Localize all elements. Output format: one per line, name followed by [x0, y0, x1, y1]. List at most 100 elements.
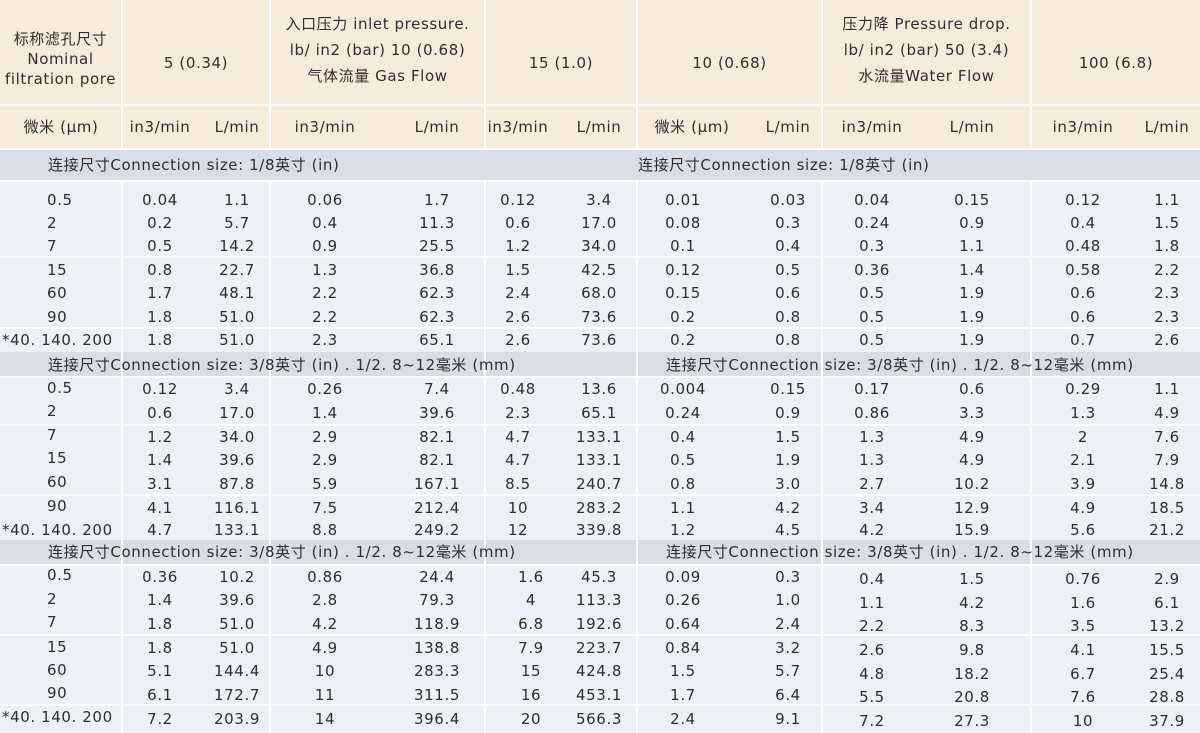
- value: 4.9: [1154, 404, 1180, 422]
- value: 14.2: [219, 237, 255, 255]
- header-line: 入口压力 inlet pressure.: [285, 15, 470, 33]
- value: 0.6: [959, 380, 985, 398]
- value: 15.9: [954, 521, 990, 539]
- value: 12: [507, 521, 529, 539]
- value: 62.3: [419, 308, 455, 326]
- value: 14.8: [1149, 475, 1185, 493]
- value: 4.9: [959, 451, 985, 469]
- value: 2.3: [312, 331, 338, 349]
- pore-size: 0.5: [47, 379, 73, 397]
- value: 0.3: [775, 214, 801, 232]
- value: 1.8: [147, 639, 173, 657]
- value: 10.2: [219, 568, 255, 586]
- header-inlet-pressure: 入口压力 inlet pressure. lb/ in2 (bar) 10 (0…: [271, 11, 484, 89]
- value: 7.9: [518, 639, 544, 657]
- unit-micron: 微米 (μm): [654, 118, 730, 136]
- value: 0.26: [307, 380, 343, 398]
- header-col-10: 10 (0.68): [638, 52, 821, 74]
- value: 9.1: [775, 710, 801, 728]
- pore-size: 60: [47, 473, 68, 491]
- row-divider: [0, 104, 1200, 106]
- value: 0.26: [665, 591, 701, 609]
- pore-size: 90: [47, 497, 68, 515]
- value: 2.8: [312, 591, 338, 609]
- value: 1.8: [147, 308, 173, 326]
- header-divider: [484, 0, 486, 148]
- value: 1.1: [1154, 380, 1180, 398]
- value: 9.8: [959, 641, 985, 659]
- value: 3.9: [1070, 475, 1096, 493]
- value: 7.2: [859, 712, 885, 730]
- value: 424.8: [576, 662, 622, 680]
- row-divider: [0, 564, 1200, 566]
- value: 0.04: [854, 191, 890, 209]
- pore-size: 15: [47, 449, 68, 467]
- value: 12.9: [954, 499, 990, 517]
- value: 1.4: [959, 261, 985, 279]
- pore-size: *40. 140. 200: [2, 331, 113, 349]
- value: 48.1: [219, 284, 255, 302]
- value: 2.1: [1070, 451, 1096, 469]
- header-divider: [121, 0, 123, 148]
- value: 82.1: [419, 451, 455, 469]
- value: 0.6: [147, 404, 173, 422]
- value: 7.5: [312, 499, 338, 517]
- value: 11: [314, 686, 336, 704]
- value: 0.86: [854, 404, 890, 422]
- value: 17.0: [581, 214, 617, 232]
- value: 0.5: [859, 284, 885, 302]
- value: 0.5: [859, 331, 885, 349]
- value: 0.1: [670, 237, 696, 255]
- value: 0.9: [959, 214, 985, 232]
- value: 2.6: [505, 331, 531, 349]
- value: 3.0: [775, 475, 801, 493]
- value: 3.2: [775, 639, 801, 657]
- value: 3.3: [959, 404, 985, 422]
- value: 0.48: [500, 380, 536, 398]
- value: 1.9: [959, 284, 985, 302]
- pore-size: 7: [47, 237, 58, 255]
- value: 7.6: [1070, 688, 1096, 706]
- header-line: lb/ in2 (bar) 10 (0.68): [289, 41, 466, 59]
- value: 0.17: [854, 380, 890, 398]
- value: 2.6: [505, 308, 531, 326]
- value: 1.0: [775, 591, 801, 609]
- value: 13.2: [1149, 617, 1185, 635]
- value: 1.5: [775, 428, 801, 446]
- value: 7.9: [1154, 451, 1180, 469]
- value: 2.6: [1154, 331, 1180, 349]
- value: 0.5: [147, 237, 173, 255]
- value: 249.2: [414, 521, 460, 539]
- body-divider: [269, 182, 271, 733]
- section-title: 连接尺寸Connection size: 1/8英寸 (in): [48, 156, 340, 174]
- value: 0.9: [775, 404, 801, 422]
- value: 5.9: [312, 475, 338, 493]
- value: 4.2: [959, 594, 985, 612]
- pore-size: *40. 140. 200: [2, 708, 113, 726]
- value: 0.01: [665, 191, 701, 209]
- value: 0.06: [307, 191, 343, 209]
- value: 7.6: [1154, 428, 1180, 446]
- value: 0.6: [1070, 284, 1096, 302]
- unit-in3-min: in3/min: [487, 118, 549, 136]
- value: 0.5: [775, 261, 801, 279]
- value: 1.4: [312, 404, 338, 422]
- value: 6.1: [1154, 594, 1180, 612]
- value: 0.15: [954, 191, 990, 209]
- value: 25.4: [1149, 665, 1185, 683]
- value: 283.3: [414, 662, 460, 680]
- value: 396.4: [414, 710, 460, 728]
- value: 1.9: [959, 308, 985, 326]
- value: 39.6: [419, 404, 455, 422]
- value: 1.5: [959, 570, 985, 588]
- value: 311.5: [414, 686, 460, 704]
- value: 68.0: [581, 284, 617, 302]
- value: 10: [507, 499, 529, 517]
- value: 1.1: [224, 191, 250, 209]
- unit-in3-min: in3/min: [129, 118, 191, 136]
- unit-l-min: L/min: [414, 118, 460, 136]
- value: 0.8: [670, 475, 696, 493]
- value: 11.3: [419, 214, 455, 232]
- value: 1.8: [147, 331, 173, 349]
- body-divider: [1030, 182, 1032, 733]
